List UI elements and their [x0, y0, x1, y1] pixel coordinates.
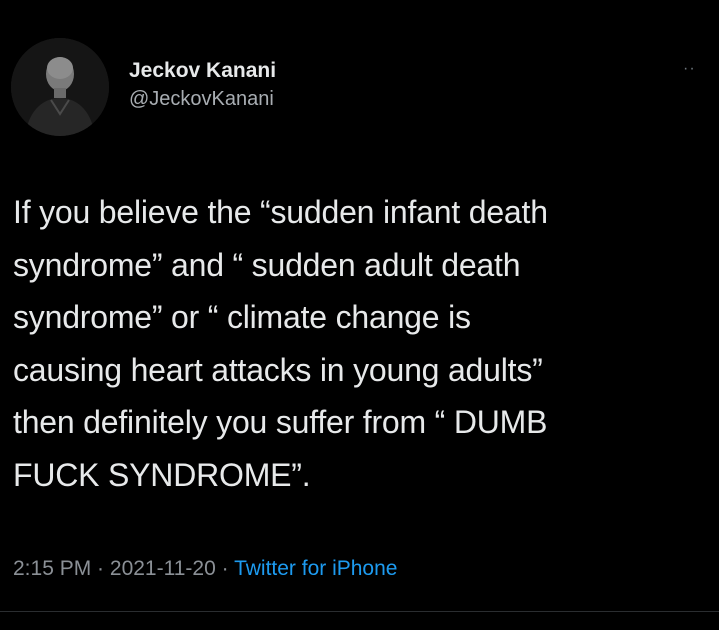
meta-separator: · — [91, 557, 110, 580]
tweet-text-line: then definitely you suffer from “ DUMB — [13, 404, 548, 440]
tweet-text-line: FUCK SYNDROME”. — [13, 456, 311, 493]
meta-separator: · — [215, 557, 235, 580]
tweet-text: If you believe the “sudden infant death … — [13, 186, 713, 501]
tweet-text-line: syndrome” or “ climate change is — [13, 299, 471, 335]
avatar-portrait-icon — [11, 38, 109, 136]
tweet-metadata: 2:15 PM · 2021-11-20 · Twitter for iPhon… — [13, 557, 397, 581]
divider — [0, 611, 719, 612]
tweet-text-line: causing heart attacks in young adults” — [13, 351, 543, 388]
tweet-time[interactable]: 2:15 PM — [13, 557, 91, 580]
author-handle[interactable]: @JeckovKanani — [129, 88, 274, 111]
tweet-date[interactable]: 2021-11-20 — [110, 557, 216, 580]
author-name[interactable]: Jeckov Kanani — [129, 59, 276, 83]
tweet-card: Jeckov Kanani @JeckovKanani ·· If you be… — [0, 0, 719, 630]
tweet-text-line: syndrome” and “ sudden adult death — [13, 246, 521, 283]
more-options-icon[interactable]: ·· — [683, 60, 696, 78]
tweet-text-line: If you believe the “sudden infant death — [13, 194, 548, 230]
tweet-source-link[interactable]: Twitter for iPhone — [234, 557, 397, 580]
avatar[interactable] — [11, 38, 109, 136]
